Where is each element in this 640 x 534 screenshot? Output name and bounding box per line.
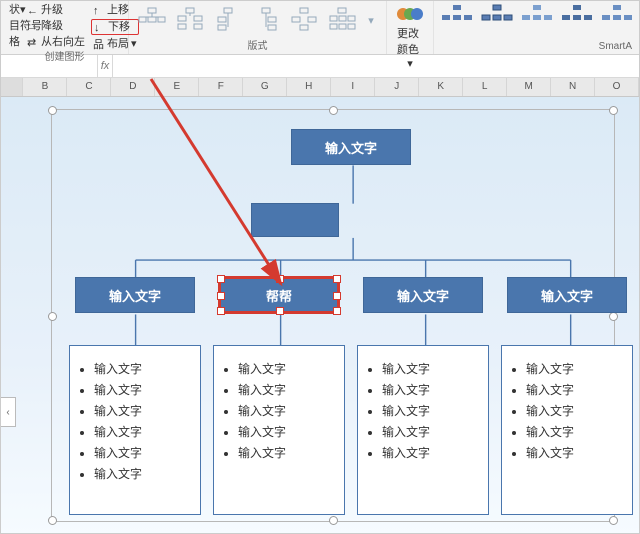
column-header[interactable]: D: [111, 78, 155, 96]
org-node-l2-1[interactable]: 帮帮: [219, 277, 339, 313]
demote-button[interactable]: →降级: [25, 19, 87, 33]
shape-button[interactable]: 状▾: [7, 3, 21, 17]
column-header[interactable]: J: [375, 78, 419, 96]
ribbon-group-create: 状▾ 目符号 格 ←升级 →降级 ⇄从右向左 ↑上移 ↓下移 品布局▾ 创建图形: [1, 1, 129, 54]
layout-style-6[interactable]: [325, 3, 359, 37]
list-item: 输入文字: [526, 444, 624, 461]
smartart-style-1[interactable]: [440, 3, 474, 33]
bullet-button[interactable]: 目符号: [7, 19, 21, 33]
layout-gallery-more[interactable]: ▾: [363, 3, 379, 37]
list-item: 输入文字: [382, 381, 480, 398]
layout-style-3[interactable]: [211, 3, 245, 37]
list-item: 输入文字: [382, 402, 480, 419]
cell-button[interactable]: 格: [7, 35, 21, 49]
ribbon-group-smartart: SmartA: [434, 1, 640, 54]
node-resize-handle[interactable]: [217, 307, 225, 315]
column-header[interactable]: F: [199, 78, 243, 96]
smartart-style-5[interactable]: [600, 3, 634, 33]
list-item: 输入文字: [238, 423, 336, 440]
org-node-l2-0[interactable]: 输入文字: [75, 277, 195, 313]
list-item: 输入文字: [94, 444, 192, 461]
ribbon-group-smartart-title: SmartA: [440, 40, 634, 54]
name-box[interactable]: [1, 55, 98, 77]
excel-window: 状▾ 目符号 格 ←升级 →降级 ⇄从右向左 ↑上移 ↓下移 品布局▾ 创建图形: [0, 0, 640, 534]
text-pane-expand[interactable]: ‹: [1, 397, 16, 427]
layout-style-5[interactable]: [287, 3, 321, 37]
node-resize-handle[interactable]: [333, 275, 341, 283]
org-listbox-3[interactable]: 输入文字输入文字输入文字输入文字输入文字: [501, 345, 633, 515]
node-resize-handle[interactable]: [333, 292, 341, 300]
column-header[interactable]: I: [331, 78, 375, 96]
list-item: 输入文字: [526, 402, 624, 419]
column-header[interactable]: G: [243, 78, 287, 96]
column-header[interactable]: N: [551, 78, 595, 96]
org-node-l2-2[interactable]: 输入文字: [363, 277, 483, 313]
column-header[interactable]: B: [23, 78, 67, 96]
worksheet-area[interactable]: ‹: [1, 97, 639, 534]
smartart-canvas: 输入文字 输入文字 帮帮 输入文字 输入文字 输入文字输入文字输入文字输入文字输…: [51, 109, 615, 522]
column-header[interactable]: O: [595, 78, 639, 96]
list-item: 输入文字: [94, 423, 192, 440]
org-node-root[interactable]: 输入文字: [291, 129, 411, 165]
org-listbox-0[interactable]: 输入文字输入文字输入文字输入文字输入文字输入文字: [69, 345, 201, 515]
list-item: 输入文字: [94, 402, 192, 419]
column-headers: BCDEFGHIJKLMNO: [1, 78, 639, 97]
formula-bar: fx: [1, 55, 639, 78]
column-header[interactable]: H: [287, 78, 331, 96]
ribbon-group-color: 更改颜色▾: [387, 1, 434, 54]
smartart-style-2[interactable]: [480, 3, 514, 33]
smartart-style-4[interactable]: [560, 3, 594, 33]
list-item: 输入文字: [526, 381, 624, 398]
column-header[interactable]: C: [67, 78, 111, 96]
rtl-button[interactable]: ⇄从右向左: [25, 35, 87, 49]
change-color-button[interactable]: 更改颜色▾: [393, 3, 427, 70]
list-item: 输入文字: [382, 423, 480, 440]
layout-style-1[interactable]: [135, 3, 169, 37]
list-item: 输入文字: [382, 360, 480, 377]
promote-button[interactable]: ←升级: [25, 3, 87, 17]
org-listbox-2[interactable]: 输入文字输入文字输入文字输入文字输入文字: [357, 345, 489, 515]
annotation-arrow: [111, 69, 311, 299]
fx-icon[interactable]: fx: [98, 55, 113, 77]
ribbon: 状▾ 目符号 格 ←升级 →降级 ⇄从右向左 ↑上移 ↓下移 品布局▾ 创建图形: [1, 1, 639, 55]
ribbon-group-layouts: ▾ 版式: [129, 1, 387, 54]
column-header[interactable]: K: [419, 78, 463, 96]
layout-style-4[interactable]: [249, 3, 283, 37]
node-resize-handle[interactable]: [217, 292, 225, 300]
list-item: 输入文字: [94, 465, 192, 482]
column-header[interactable]: L: [463, 78, 507, 96]
org-node-l2-3[interactable]: 输入文字: [507, 277, 627, 313]
list-item: 输入文字: [526, 423, 624, 440]
node-resize-handle[interactable]: [276, 275, 284, 283]
node-resize-handle[interactable]: [217, 275, 225, 283]
list-item: 输入文字: [238, 360, 336, 377]
ribbon-group-layouts-title: 版式: [135, 40, 380, 54]
list-item: 输入文字: [94, 360, 192, 377]
column-header[interactable]: M: [507, 78, 551, 96]
layout-style-2[interactable]: [173, 3, 207, 37]
node-resize-handle[interactable]: [276, 307, 284, 315]
smartart-style-3[interactable]: [520, 3, 554, 33]
list-item: 输入文字: [238, 402, 336, 419]
column-header[interactable]: [1, 78, 23, 96]
org-listbox-1[interactable]: 输入文字输入文字输入文字输入文字输入文字: [213, 345, 345, 515]
list-item: 输入文字: [382, 444, 480, 461]
node-resize-handle[interactable]: [333, 307, 341, 315]
column-header[interactable]: E: [155, 78, 199, 96]
list-item: 输入文字: [238, 444, 336, 461]
list-item: 输入文字: [238, 381, 336, 398]
list-item: 输入文字: [94, 381, 192, 398]
org-node-assistant[interactable]: [251, 203, 339, 237]
list-item: 输入文字: [526, 360, 624, 377]
